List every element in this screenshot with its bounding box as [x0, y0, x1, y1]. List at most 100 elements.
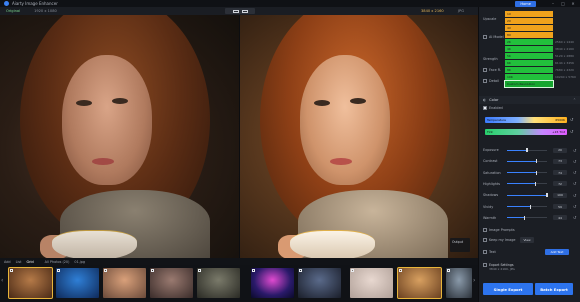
option-checkbox[interactable]	[483, 79, 487, 83]
slider-track[interactable]	[507, 170, 547, 175]
slider-row[interactable]: Warmth 44 ↺	[483, 215, 579, 221]
slider-row[interactable]: Saturation 74 ↺	[483, 170, 579, 176]
collapse-icon[interactable]: ⌃	[573, 98, 576, 102]
option-row[interactable]: AI Model	[483, 35, 504, 39]
tint-slider[interactable]: Tint +15 Tint	[485, 129, 567, 135]
thumbnail[interactable]	[8, 267, 53, 299]
single-export-button[interactable]: Single Export	[483, 283, 533, 295]
grid-tab[interactable]: Grid	[27, 260, 34, 264]
slider-row[interactable]: Contrast 73 ↺	[483, 158, 579, 164]
dropdown-option[interactable]: 5K	[505, 52, 553, 60]
slider-reset-icon[interactable]: ↺	[573, 170, 576, 175]
slider-reset-icon[interactable]: ↺	[573, 215, 576, 220]
view-button[interactable]: View	[520, 237, 534, 243]
slider-knob[interactable]	[535, 170, 538, 175]
thumbnail-checkbox[interactable]	[104, 269, 107, 272]
dropdown-option[interactable]: 8K	[505, 66, 553, 74]
text-checkbox[interactable]	[483, 250, 487, 254]
original-preview[interactable]	[0, 15, 239, 258]
thumbnail[interactable]	[197, 268, 240, 298]
enhanced-preview[interactable]	[240, 15, 478, 258]
enabled-row[interactable]: Enabled	[483, 106, 503, 110]
thumbnail[interactable]	[446, 268, 472, 298]
thumbnail[interactable]	[298, 268, 341, 298]
dropdown-option[interactable]: 4K	[505, 45, 553, 53]
compare-toggle[interactable]	[225, 8, 255, 14]
slider-row[interactable]: Highlights 72 ↺	[483, 181, 579, 187]
thumbnail[interactable]	[251, 268, 294, 298]
slider-row[interactable]: Shadows 100 ↺	[483, 192, 579, 198]
thumbnail[interactable]	[103, 268, 146, 298]
dropdown-option[interactable]: 2X	[505, 17, 553, 25]
slider-track[interactable]	[507, 193, 548, 198]
thumbnail-checkbox[interactable]	[299, 269, 302, 272]
slider-knob[interactable]	[523, 215, 526, 220]
thumbnail-checkbox[interactable]	[198, 269, 201, 272]
export-settings-checkbox[interactable]	[483, 263, 487, 267]
slider-reset-icon[interactable]: ↺	[573, 148, 576, 153]
slider-knob[interactable]	[535, 159, 537, 164]
slider-track[interactable]	[507, 204, 547, 209]
option-checkbox[interactable]	[483, 68, 487, 72]
slider-track[interactable]	[507, 181, 547, 186]
output-badge[interactable]: Output	[450, 238, 470, 252]
slider-row[interactable]: Vividy 59 ↺	[483, 204, 579, 210]
maximize-icon[interactable]: □	[560, 1, 566, 6]
side-by-side-icon[interactable]	[241, 9, 248, 13]
slider-track[interactable]	[507, 215, 547, 220]
batch-export-button[interactable]: Batch Export	[535, 283, 573, 295]
thumbnail[interactable]	[150, 268, 193, 298]
option-checkbox[interactable]	[483, 35, 487, 39]
dropdown-option[interactable]: 4X	[505, 24, 553, 32]
dropdown-option[interactable]: 6K	[505, 59, 553, 67]
slider-reset-icon[interactable]: ↺	[573, 181, 576, 186]
thumbnail-checkbox[interactable]	[252, 269, 255, 272]
upscale-dropdown-list[interactable]: 1X 2X 4X 8X 2K 4K 5K 6K 8K 10K Custom Re…	[504, 11, 554, 89]
thumbnail-checkbox[interactable]	[151, 269, 154, 272]
image-prompts-row[interactable]: Image Prompts	[483, 228, 515, 232]
temperature-reset-icon[interactable]: ↺	[570, 117, 573, 122]
slider-track[interactable]	[507, 148, 547, 152]
scroll-right-icon[interactable]: ›	[473, 277, 475, 284]
option-row[interactable]: Face R.	[483, 68, 501, 72]
color-section-header[interactable]: ◐ Color ⌃	[479, 96, 580, 104]
slider-knob[interactable]	[546, 193, 548, 198]
thumbnail-checkbox[interactable]	[10, 269, 13, 272]
dropdown-option[interactable]: 2K	[505, 38, 553, 46]
thumbnail-checkbox[interactable]	[447, 269, 450, 272]
keep-image-checkbox[interactable]	[483, 238, 487, 242]
slider-value[interactable]: 20	[553, 147, 567, 153]
slider-value[interactable]: 73	[553, 158, 567, 164]
scroll-left-icon[interactable]: ‹	[1, 277, 3, 284]
dropdown-option[interactable]: 10K	[505, 73, 553, 81]
option-row[interactable]: Detail	[483, 79, 499, 83]
enabled-checkbox[interactable]	[483, 106, 487, 110]
slider-value[interactable]: 72	[553, 181, 567, 187]
thumbnail-checkbox[interactable]	[351, 269, 354, 272]
dropdown-option[interactable]: 8X	[505, 31, 553, 39]
list-tab[interactable]: List	[16, 260, 22, 264]
slider-knob[interactable]	[529, 204, 532, 209]
slider-value[interactable]: 59	[553, 204, 567, 209]
slider-row[interactable]: Exposure 20 ↺	[483, 147, 579, 153]
dropdown-option[interactable]: 1X	[505, 11, 553, 18]
thumbnail[interactable]	[397, 267, 442, 299]
thumbnail-checkbox[interactable]	[399, 269, 402, 272]
slider-knob[interactable]	[526, 148, 528, 152]
slider-value[interactable]: 100	[553, 192, 567, 198]
temperature-slider[interactable]: Temperature 6500K	[485, 117, 567, 123]
slider-knob[interactable]	[535, 181, 537, 186]
export-settings[interactable]: Export Settings 3840 x 2160, JPG	[483, 263, 577, 275]
slider-reset-icon[interactable]: ↺	[573, 159, 576, 164]
add-tab[interactable]: Add	[4, 260, 11, 264]
option-row[interactable]: Strength	[483, 57, 498, 61]
tint-reset-icon[interactable]: ↺	[570, 129, 573, 134]
image-prompts-checkbox[interactable]	[483, 228, 487, 232]
slider-reset-icon[interactable]: ↺	[573, 204, 576, 209]
close-icon[interactable]: ✕	[570, 1, 576, 6]
slider-reset-icon[interactable]: ↺	[573, 193, 576, 198]
thumbnail-checkbox[interactable]	[57, 269, 60, 272]
slider-value[interactable]: 44	[553, 215, 567, 221]
dropdown-option-selected[interactable]: Custom Resolution	[504, 79, 554, 89]
split-view-icon[interactable]	[232, 9, 239, 13]
